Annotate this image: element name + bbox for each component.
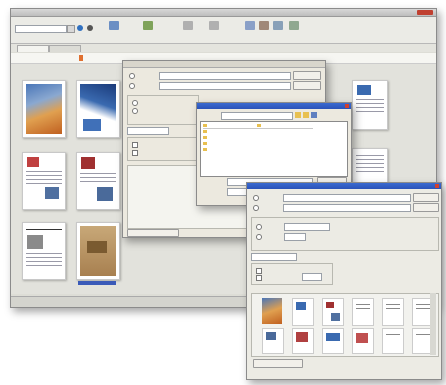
- export-radio-1[interactable]: [129, 73, 135, 79]
- view-menu-icon[interactable]: [311, 112, 317, 118]
- thumbnail-selection-bar: [78, 281, 116, 285]
- front-dialog-close-icon[interactable]: [435, 184, 439, 188]
- front-value-field-2[interactable]: [284, 233, 306, 241]
- front-checkbox-1[interactable]: [256, 268, 262, 274]
- open-dialog-close-icon[interactable]: [345, 104, 349, 108]
- preview-page-7[interactable]: [262, 328, 284, 354]
- zoom-in-icon[interactable]: [77, 25, 83, 31]
- file-item-3[interactable]: [203, 136, 207, 140]
- export-format-select[interactable]: [127, 127, 169, 135]
- tool-5-icon[interactable]: [243, 21, 257, 39]
- export-radio-2[interactable]: [129, 83, 135, 89]
- export-secondary-button[interactable]: [293, 81, 321, 90]
- front-target-field[interactable]: [283, 204, 411, 212]
- file-item-5[interactable]: [203, 148, 207, 152]
- export-path-field[interactable]: [159, 72, 291, 80]
- look-in-select[interactable]: [221, 112, 293, 120]
- export-radio-4[interactable]: [132, 108, 138, 114]
- page-thumbnail-3[interactable]: [22, 152, 66, 210]
- preview-page-8[interactable]: [292, 328, 314, 354]
- page-thumbnail-2[interactable]: [76, 80, 120, 138]
- export-checkbox-1[interactable]: [132, 142, 138, 148]
- window-controls[interactable]: [417, 10, 433, 15]
- export-radio-3[interactable]: [132, 100, 138, 106]
- front-browse-button[interactable]: [413, 193, 439, 202]
- export-checkbox-2[interactable]: [132, 150, 138, 156]
- front-checkbox-2[interactable]: [256, 275, 262, 281]
- preview-page-11[interactable]: [382, 328, 404, 354]
- preview-page-9[interactable]: [322, 328, 344, 354]
- front-preview-area: [251, 293, 439, 357]
- page-thumbnail-5[interactable]: [22, 222, 66, 280]
- preview-page-1[interactable]: [262, 298, 282, 324]
- export-browse-button[interactable]: [293, 71, 321, 80]
- front-radio-1[interactable]: [253, 195, 259, 201]
- ruler-marker[interactable]: [79, 55, 83, 61]
- page-tool-1-icon[interactable]: [107, 21, 121, 39]
- preview-page-2[interactable]: [292, 298, 314, 326]
- front-value-field[interactable]: [284, 223, 330, 231]
- front-radio-2[interactable]: [253, 205, 259, 211]
- tab-pages[interactable]: [17, 45, 49, 52]
- export-name-field[interactable]: [159, 82, 291, 90]
- tool-7-icon[interactable]: [271, 21, 285, 39]
- open-dialog-titlebar: [197, 103, 351, 109]
- page-thumbnail-4[interactable]: [76, 152, 120, 210]
- preview-page-10[interactable]: [352, 328, 374, 354]
- new-folder-icon[interactable]: [303, 112, 309, 118]
- front-dialog: [246, 182, 442, 380]
- zoom-dropdown-icon[interactable]: [67, 25, 75, 33]
- export-group-box: [127, 95, 199, 125]
- page-thumbnail-1[interactable]: [22, 80, 66, 138]
- folder-up-icon[interactable]: [295, 112, 301, 118]
- front-source-field[interactable]: [283, 194, 411, 202]
- page-tool-2-icon[interactable]: [141, 21, 155, 39]
- toolbar: [11, 17, 436, 44]
- tab-bookmarks[interactable]: [49, 45, 81, 52]
- file-item-4[interactable]: [203, 142, 207, 146]
- zoom-select[interactable]: [15, 25, 67, 33]
- rotate-left-icon[interactable]: [181, 21, 195, 39]
- front-options-group: [251, 263, 333, 285]
- preview-page-5[interactable]: [382, 298, 404, 326]
- zoom-out-icon[interactable]: [87, 25, 93, 31]
- front-radio-3[interactable]: [256, 224, 262, 230]
- front-dpi-field[interactable]: [302, 273, 322, 281]
- preview-page-3[interactable]: [322, 298, 344, 326]
- tab-strip: [11, 44, 436, 52]
- front-scrollbar[interactable]: [430, 293, 436, 355]
- page-thumbnail-6[interactable]: [76, 222, 120, 280]
- file-item-2[interactable]: [203, 130, 207, 134]
- export-ok-button[interactable]: [127, 229, 179, 237]
- title-bar: [11, 9, 436, 17]
- export-options-group: [127, 137, 199, 161]
- tool-8-icon[interactable]: [287, 21, 301, 39]
- tool-6-icon[interactable]: [257, 21, 271, 39]
- front-radio-4[interactable]: [256, 234, 262, 240]
- preview-page-4[interactable]: [352, 298, 374, 326]
- rotate-right-icon[interactable]: [207, 21, 221, 39]
- file-list[interactable]: [200, 121, 348, 177]
- front-dialog-titlebar: [247, 183, 441, 189]
- front-secondary-button[interactable]: [413, 203, 439, 212]
- export-dialog-title: [123, 61, 325, 68]
- file-list-rowline: [203, 128, 313, 129]
- front-group-box: [251, 217, 439, 251]
- front-format-select[interactable]: [251, 253, 297, 261]
- front-bottom-button[interactable]: [253, 359, 303, 368]
- page-thumbnail-7[interactable]: [352, 80, 388, 130]
